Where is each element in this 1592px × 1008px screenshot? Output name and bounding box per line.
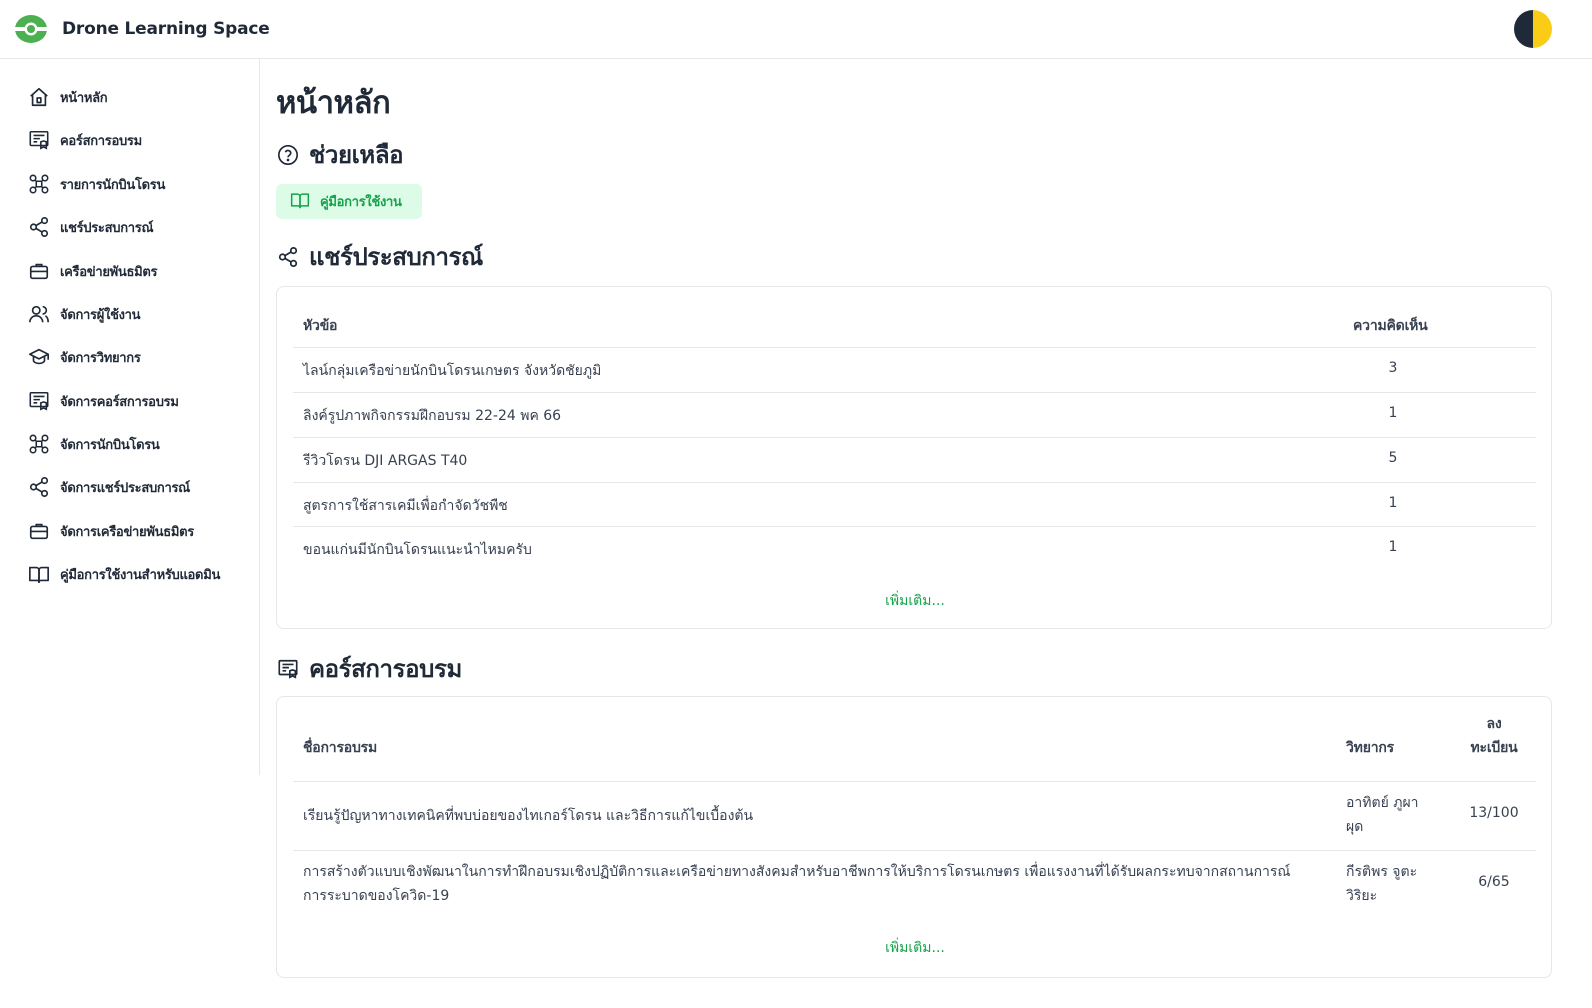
app-title: Drone Learning Space <box>62 19 270 39</box>
topic-cell[interactable]: สูตรการใช้สารเคมีเพื่อกำจัดวัชพืช <box>303 495 508 517</box>
column-header-topic: หัวข้อ <box>303 318 338 334</box>
comments-cell: 3 <box>1388 360 1398 376</box>
column-header-trainer: วิทยากร <box>1346 740 1394 756</box>
sidebar-item-label: คู่มือการใช้งานสำหรับแอดมิน <box>60 567 221 583</box>
sidebar-item-home[interactable]: หน้าหลัก <box>18 79 248 115</box>
sidebar-item-admin-manual[interactable]: คู่มือการใช้งานสำหรับแอดมิน <box>18 556 248 592</box>
table-row[interactable]: การสร้างตัวแบบเชิงพัฒนาในการทำฝึกอบรมเชิ… <box>293 851 1536 920</box>
half-circle-icon <box>1514 10 1552 48</box>
column-header-course-name: ชื่อการอบรม <box>303 740 378 756</box>
theme-toggle-button[interactable] <box>1514 10 1552 48</box>
share-icon <box>18 469 60 505</box>
courses-more-link[interactable]: เพิ่มเติม... <box>277 937 1553 959</box>
table-header-row: หัวข้อ ความคิดเห็น <box>293 303 1536 348</box>
book-icon <box>290 190 310 214</box>
sidebar-item-partners[interactable]: เครือข่ายพันธมิตร <box>18 253 248 289</box>
share-more-link[interactable]: เพิ่มเติม... <box>277 590 1553 612</box>
share-icon <box>18 209 60 245</box>
registered-cell: 6/65 <box>1478 874 1510 890</box>
course-icon <box>18 122 60 158</box>
sidebar-item-manage-share-experience[interactable]: จัดการแชร์ประสบการณ์ <box>18 469 248 505</box>
sidebar: หน้าหลัก คอร์สการอบรม รายการนักบินโดรน แ… <box>0 59 260 775</box>
sidebar-item-label: จัดการผู้ใช้งาน <box>60 307 141 323</box>
brand[interactable]: Drone Learning Space <box>14 13 270 45</box>
courses-section-header: คอร์สการอบรม <box>276 649 462 688</box>
home-icon <box>18 79 60 115</box>
top-bar: Drone Learning Space <box>0 0 1592 59</box>
share-section-header: แชร์ประสบการณ์ <box>276 237 483 276</box>
table-row[interactable]: รีวิวโดรน DJI ARGAS T40 5 <box>293 438 1536 483</box>
help-section-title: ช่วยเหลือ <box>309 141 404 169</box>
sidebar-item-drone-pilots[interactable]: รายการนักบินโดรน <box>18 166 248 202</box>
graduation-cap-icon <box>18 339 60 375</box>
sidebar-item-manage-partners[interactable]: จัดการเครือข่ายพันธมิตร <box>18 513 248 549</box>
page-title: หน้าหลัก <box>276 85 391 121</box>
sidebar-item-share-experience[interactable]: แชร์ประสบการณ์ <box>18 209 248 245</box>
book-icon <box>18 556 60 592</box>
sidebar-item-label: รายการนักบินโดรน <box>60 177 166 193</box>
comments-cell: 5 <box>1388 450 1398 466</box>
sidebar-item-label: จัดการแชร์ประสบการณ์ <box>60 480 190 496</box>
topic-cell[interactable]: ลิงค์รูปภาพกิจกรรมฝึกอบรม 22-24 พค 66 <box>303 405 561 427</box>
course-name-cell[interactable]: การสร้างตัวแบบเชิงพัฒนาในการทำฝึกอบรมเชิ… <box>303 861 1290 883</box>
table-row[interactable]: ลิงค์รูปภาพกิจกรรมฝึกอบรม 22-24 พค 66 1 <box>293 393 1536 438</box>
comments-cell: 1 <box>1388 539 1398 555</box>
trainer-cell-line2: ผุด <box>1346 819 1364 835</box>
help-circle-icon <box>276 143 300 167</box>
user-manual-button-label: คู่มือการใช้งาน <box>320 195 402 210</box>
column-header-registered: ลง <box>1486 716 1502 732</box>
help-section-header: ช่วยเหลือ <box>276 135 404 174</box>
courses-section-title: คอร์สการอบรม <box>309 655 462 683</box>
sidebar-item-manage-trainers[interactable]: จัดการวิทยากร <box>18 339 248 375</box>
table-row[interactable]: ขอนแก่นมีนักบินโดรนแนะนำไหมครับ 1 <box>293 527 1536 571</box>
sidebar-item-label: จัดการคอร์สการอบรม <box>60 394 179 410</box>
sidebar-item-manage-users[interactable]: จัดการผู้ใช้งาน <box>18 296 248 332</box>
table-row[interactable]: เรียนรู้ปัญหาทางเทคนิคที่พบบ่อยของไทเกอร… <box>293 782 1536 851</box>
trainer-cell-line2: วิริยะ <box>1346 888 1378 904</box>
sidebar-item-courses[interactable]: คอร์สการอบรม <box>18 122 248 158</box>
share-icon <box>276 245 300 269</box>
comments-cell: 1 <box>1388 405 1398 421</box>
table-header-row: ชื่อการอบรม วิทยากร ลง ทะเบียน <box>293 713 1536 782</box>
table-row[interactable]: ไลน์กลุ่มเครือข่ายนักบินโดรนเกษตร จังหวั… <box>293 348 1536 393</box>
share-section-title: แชร์ประสบการณ์ <box>309 243 483 271</box>
sidebar-item-label: หน้าหลัก <box>60 90 108 106</box>
drone-icon <box>18 426 60 462</box>
course-name-cell[interactable]: เรียนรู้ปัญหาทางเทคนิคที่พบบ่อยของไทเกอร… <box>303 805 753 827</box>
topic-cell[interactable]: ไลน์กลุ่มเครือข่ายนักบินโดรนเกษตร จังหวั… <box>303 360 601 382</box>
table-row[interactable]: สูตรการใช้สารเคมีเพื่อกำจัดวัชพืช 1 <box>293 483 1536 527</box>
course-name-cell-line2[interactable]: การระบาดของโควิด-19 <box>303 885 449 907</box>
column-header-registered-line2: ทะเบียน <box>1470 740 1518 756</box>
sidebar-item-label: เครือข่ายพันธมิตร <box>60 264 158 280</box>
course-icon <box>18 383 60 419</box>
trainer-cell: อาทิตย์ ภูผา <box>1346 795 1419 811</box>
trainer-cell: กีรติพร จูตะ <box>1346 864 1418 880</box>
courses-table-card: ชื่อการอบรม วิทยากร ลง ทะเบียน เรียนรู้ป… <box>276 696 1552 978</box>
drone-logo-icon <box>15 15 47 43</box>
sidebar-item-label: จัดการนักบินโดรน <box>60 437 160 453</box>
briefcase-icon <box>18 253 60 289</box>
course-icon <box>276 657 300 681</box>
briefcase-icon <box>18 513 60 549</box>
sidebar-item-label: จัดการเครือข่ายพันธมิตร <box>60 524 194 540</box>
drone-icon <box>18 166 60 202</box>
sidebar-item-manage-courses[interactable]: จัดการคอร์สการอบรม <box>18 383 248 419</box>
sidebar-item-label: จัดการวิทยากร <box>60 350 141 366</box>
column-header-comments: ความคิดเห็น <box>1353 318 1428 334</box>
topic-cell[interactable]: รีวิวโดรน DJI ARGAS T40 <box>303 450 467 472</box>
sidebar-item-manage-drone-pilots[interactable]: จัดการนักบินโดรน <box>18 426 248 462</box>
registered-cell: 13/100 <box>1469 805 1519 821</box>
sidebar-item-label: แชร์ประสบการณ์ <box>60 220 154 236</box>
user-manual-button[interactable]: คู่มือการใช้งาน <box>276 184 422 219</box>
users-icon <box>18 296 60 332</box>
comments-cell: 1 <box>1388 495 1398 511</box>
sidebar-item-label: คอร์สการอบรม <box>60 133 142 149</box>
share-table-card: หัวข้อ ความคิดเห็น ไลน์กลุ่มเครือข่ายนัก… <box>276 286 1552 629</box>
topic-cell[interactable]: ขอนแก่นมีนักบินโดรนแนะนำไหมครับ <box>303 539 532 561</box>
